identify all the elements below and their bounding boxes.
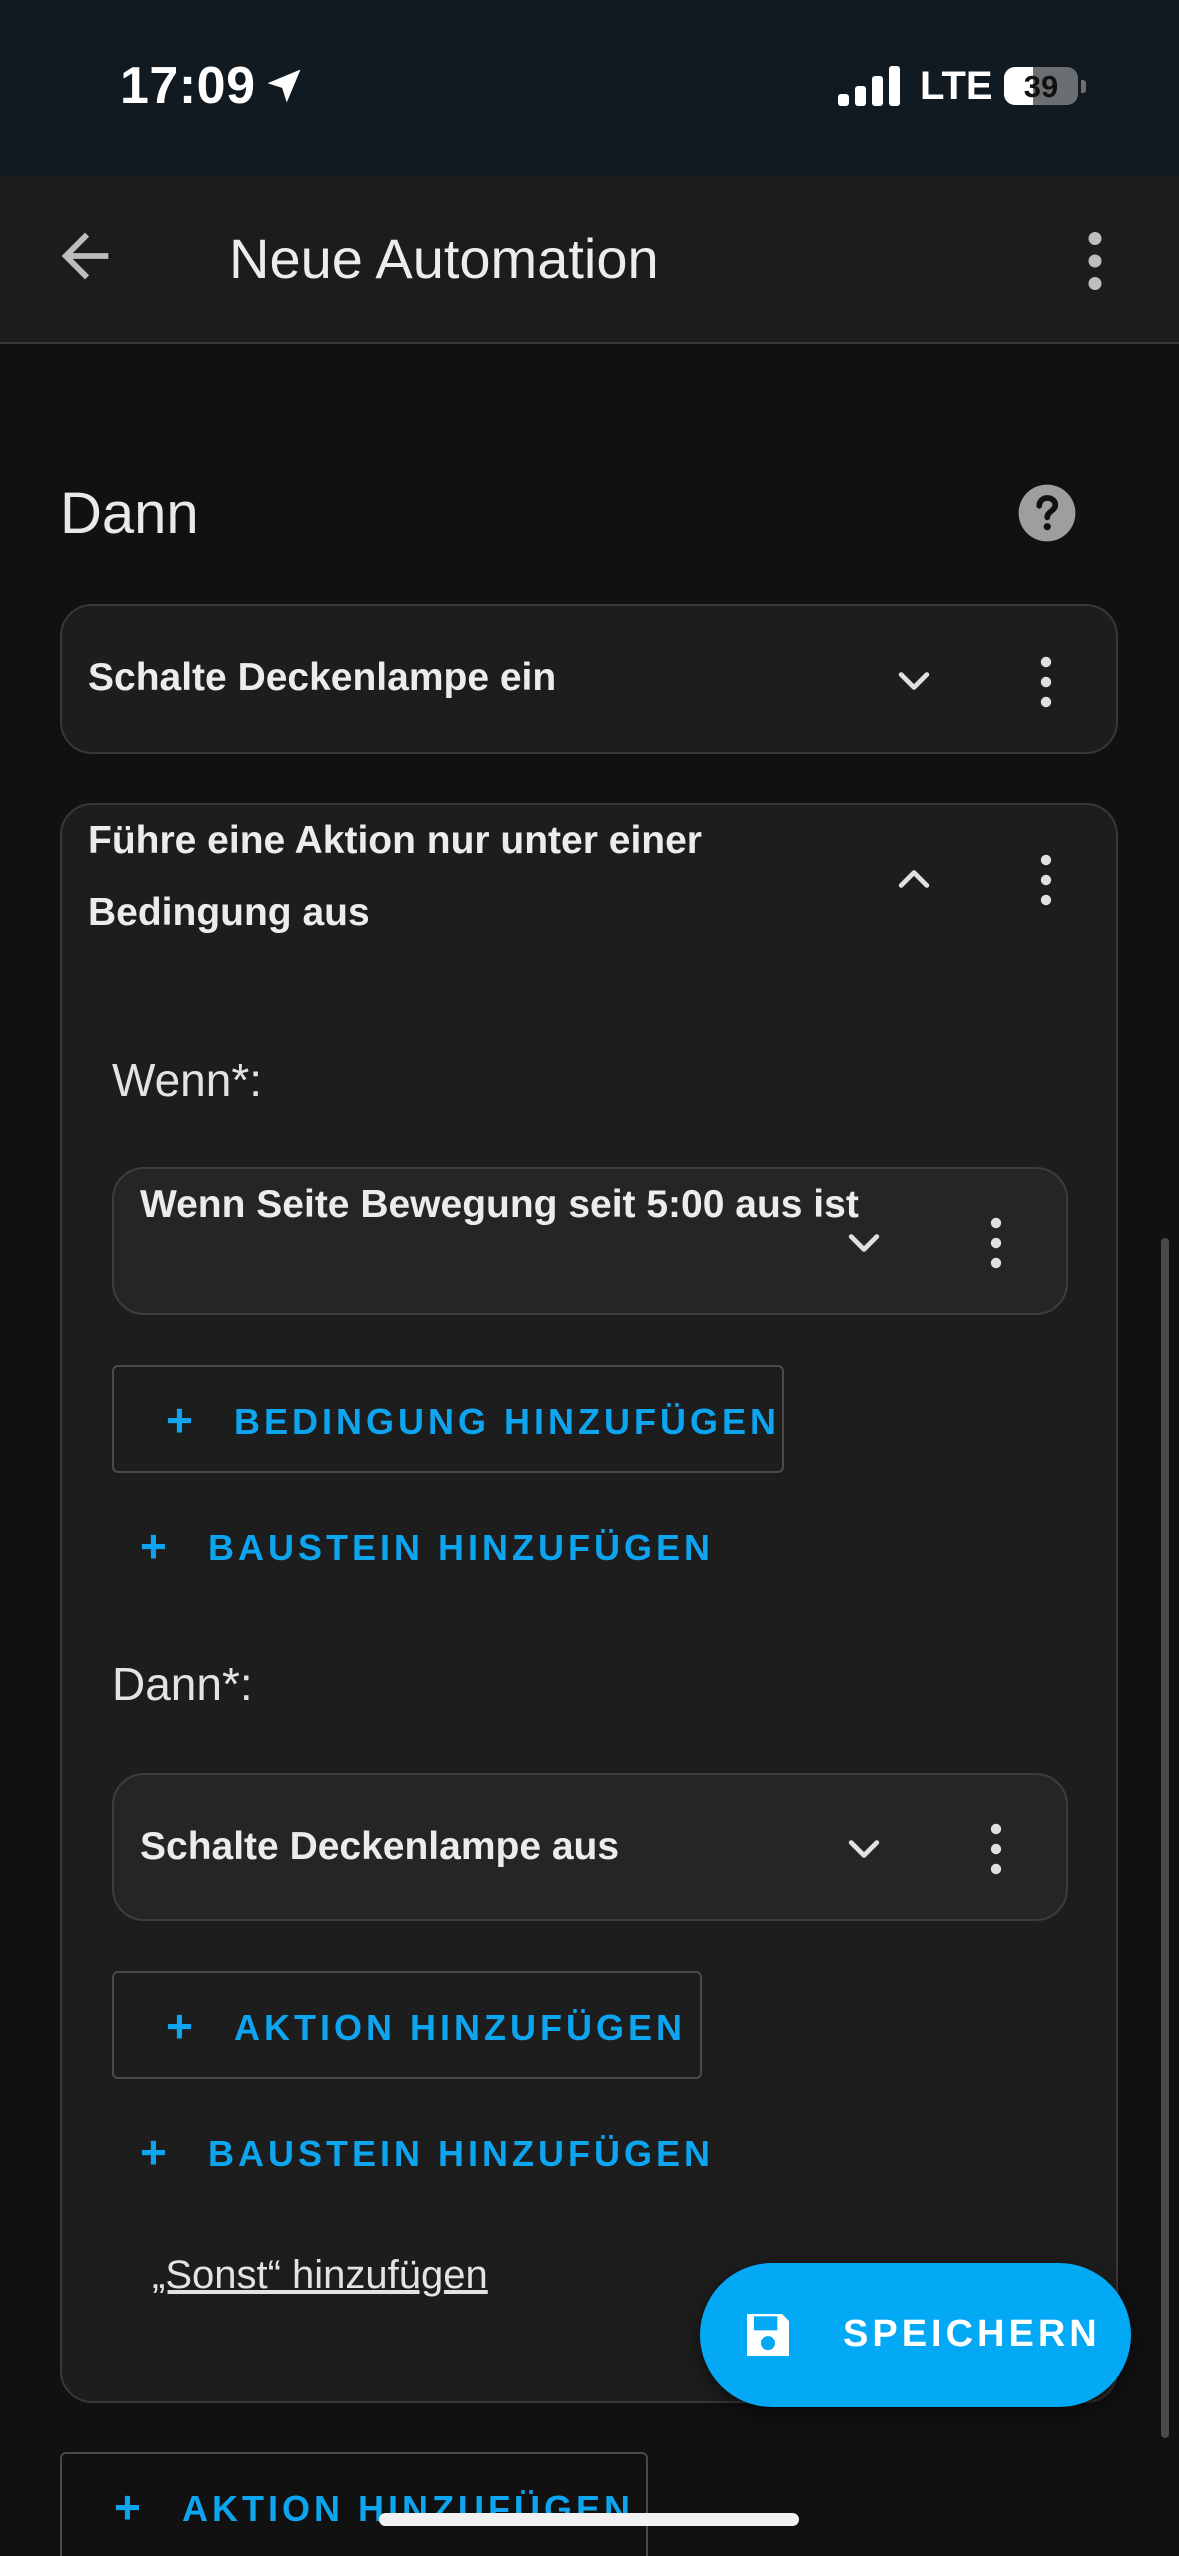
action-label[interactable]: Führe eine Aktion nur unter einer Beding… (88, 805, 808, 949)
chevron-up-icon[interactable] (892, 857, 936, 901)
chevron-down-icon[interactable] (842, 1221, 886, 1265)
page-title: Neue Automation (229, 227, 659, 290)
chevron-down-icon[interactable] (842, 1827, 886, 1871)
cellular-signal-icon (838, 66, 900, 106)
add-condition-button[interactable]: + BEDINGUNG HINZUFÜGEN (112, 1365, 784, 1473)
add-condition-label: BEDINGUNG HINZUFÜGEN (234, 1401, 780, 1442)
more-vert-icon[interactable] (1070, 226, 1120, 296)
add-action-button[interactable]: + AKTION HINZUFÜGEN (112, 1971, 702, 2079)
more-vert-icon[interactable] (976, 1819, 1016, 1879)
plus-icon: + (140, 1520, 167, 1572)
network-type: LTE (920, 64, 993, 108)
condition-action-card: Führe eine Aktion nur unter einer Beding… (60, 803, 1118, 2403)
plus-icon: + (114, 2481, 141, 2533)
plus-icon: + (140, 2126, 167, 2178)
add-block-label: BAUSTEIN HINZUFÜGEN (208, 1527, 714, 1568)
location-arrow-icon (267, 69, 301, 103)
action-label: Schalte Deckenlampe ein (88, 656, 557, 699)
add-block-label: BAUSTEIN HINZUFÜGEN (208, 2133, 714, 2174)
status-bar: 17:09 LTE 39 (0, 0, 1179, 176)
condition-item[interactable]: Wenn Seite Bewegung seit 5:00 aus ist (112, 1167, 1068, 1315)
more-vert-icon[interactable] (1026, 652, 1066, 712)
more-vert-icon[interactable] (976, 1213, 1016, 1273)
back-arrow-icon[interactable] (50, 221, 120, 291)
battery-percent: 39 (1023, 69, 1059, 104)
more-vert-icon[interactable] (1026, 850, 1066, 910)
plus-icon: + (166, 1394, 193, 1446)
if-label: Wenn*: (112, 1054, 263, 1106)
save-icon (747, 2314, 789, 2356)
scrollbar[interactable] (1161, 1238, 1169, 2438)
add-else-link[interactable]: „Sonst“ hinzufügen (152, 2253, 488, 2298)
add-action-label: AKTION HINZUFÜGEN (234, 2007, 686, 2048)
battery-icon: 39 (1004, 67, 1078, 105)
then-action-item[interactable]: Schalte Deckenlampe aus (112, 1773, 1068, 1921)
status-time: 17:09 (120, 57, 256, 115)
chevron-down-icon[interactable] (892, 659, 936, 703)
then-label: Dann*: (112, 1658, 253, 1710)
home-indicator[interactable] (379, 2513, 799, 2526)
plus-icon: + (166, 2000, 193, 2052)
save-label: SPEICHERN (843, 2313, 1101, 2355)
then-action-label: Schalte Deckenlampe aus (140, 1825, 620, 1868)
section-title: Dann (60, 481, 199, 546)
add-block-button[interactable]: + BAUSTEIN HINZUFÜGEN (132, 2111, 732, 2191)
action-card[interactable]: Schalte Deckenlampe ein (60, 604, 1118, 754)
condition-label: Wenn Seite Bewegung seit 5:00 aus ist (140, 1183, 859, 1226)
battery-cap (1081, 80, 1086, 93)
app-bar: Neue Automation (0, 176, 1179, 344)
help-icon[interactable] (1016, 482, 1078, 544)
add-block-button[interactable]: + BAUSTEIN HINZUFÜGEN (132, 1505, 732, 1585)
save-button[interactable]: SPEICHERN (700, 2263, 1131, 2407)
add-action-button[interactable]: + AKTION HINZUFÜGEN (60, 2452, 648, 2556)
